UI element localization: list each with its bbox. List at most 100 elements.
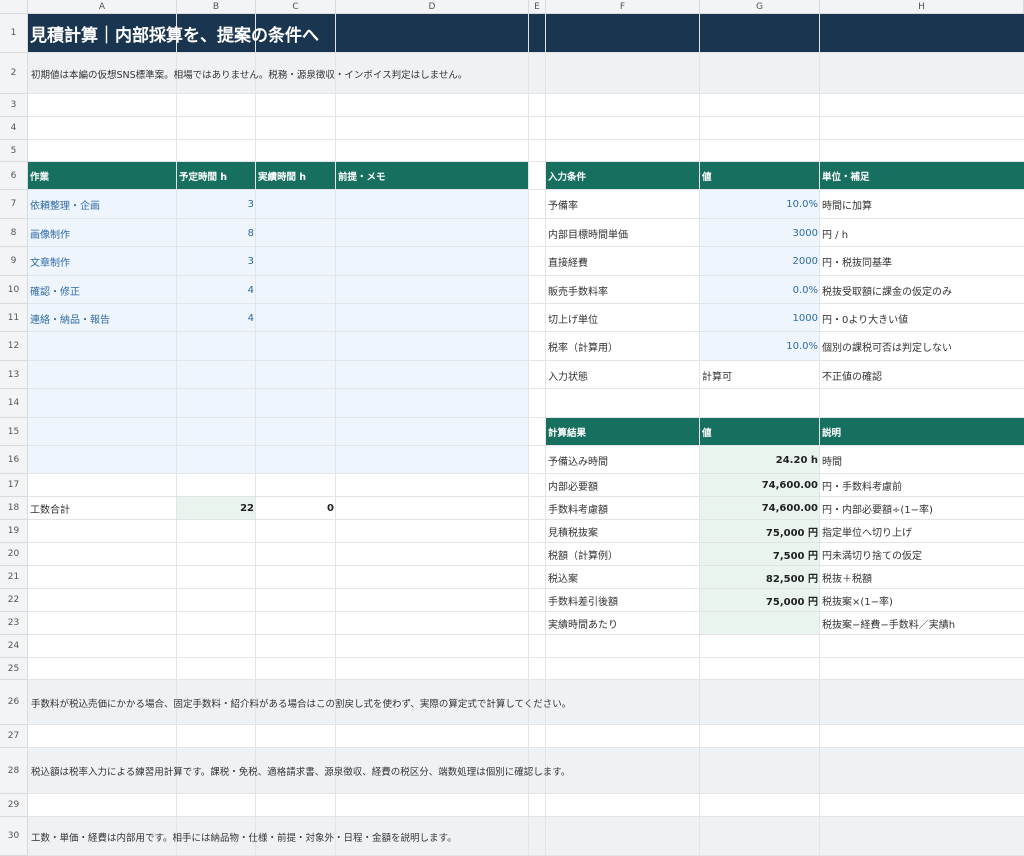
result-note[interactable]: 円未満切り捨ての仮定: [820, 543, 1024, 566]
input-header-1[interactable]: 値: [700, 162, 820, 190]
row-header-30[interactable]: 30: [0, 817, 28, 856]
result-value[interactable]: 24.20 h: [700, 446, 820, 474]
row-header-20[interactable]: 20: [0, 543, 28, 566]
row-header-22[interactable]: 22: [0, 589, 28, 612]
task-name-cell[interactable]: 文章制作: [28, 247, 177, 276]
input-header-0[interactable]: 入力条件: [546, 162, 700, 190]
input-value[interactable]: 3000: [700, 219, 820, 247]
result-label[interactable]: 手数料考慮額: [546, 497, 700, 520]
row-header-3[interactable]: 3: [0, 94, 28, 117]
result-label[interactable]: 予備込み時間: [546, 446, 700, 474]
column-header-E[interactable]: E: [529, 0, 546, 14]
result-note[interactable]: 円・手数料考慮前: [820, 474, 1024, 497]
result-note[interactable]: 税抜案−経費−手数料／実績h: [820, 612, 1024, 635]
task-planned-hours[interactable]: 3: [177, 247, 256, 276]
column-header-H[interactable]: H: [820, 0, 1024, 14]
row-header-1[interactable]: 1: [0, 14, 28, 53]
column-header-C[interactable]: C: [256, 0, 336, 14]
column-header-B[interactable]: B: [177, 0, 256, 14]
row-header-4[interactable]: 4: [0, 117, 28, 140]
row-header-15[interactable]: 15: [0, 418, 28, 446]
column-header-A[interactable]: A: [28, 0, 177, 14]
result-value[interactable]: 75,000 円: [700, 589, 820, 612]
sheet-title[interactable]: 見積計算｜内部採算を、提案の条件へ: [28, 14, 1024, 53]
result-label[interactable]: 内部必要額: [546, 474, 700, 497]
input-note[interactable]: 円・0より大きい値: [820, 304, 1024, 332]
result-value[interactable]: 7,500 円: [700, 543, 820, 566]
input-status-label[interactable]: 入力状態: [546, 361, 700, 389]
input-note[interactable]: 個別の課税可否は判定しない: [820, 332, 1024, 361]
row-header-16[interactable]: 16: [0, 446, 28, 474]
input-value[interactable]: 0.0%: [700, 276, 820, 304]
row-header-28[interactable]: 28: [0, 748, 28, 794]
result-header-2[interactable]: 説明: [820, 418, 1024, 446]
row-header-10[interactable]: 10: [0, 276, 28, 304]
total-label[interactable]: 工数合計: [28, 497, 177, 520]
task-name-cell[interactable]: 確認・修正: [28, 276, 177, 304]
input-label[interactable]: 内部目標時間単価: [546, 219, 700, 247]
total-planned-hours[interactable]: 22: [177, 497, 256, 520]
row-header-24[interactable]: 24: [0, 635, 28, 658]
result-value[interactable]: 82,500 円: [700, 566, 820, 589]
row-header-9[interactable]: 9: [0, 247, 28, 276]
result-note[interactable]: 税抜＋税額: [820, 566, 1024, 589]
row-header-27[interactable]: 27: [0, 725, 28, 748]
row-header-7[interactable]: 7: [0, 190, 28, 219]
result-label[interactable]: 手数料差引後額: [546, 589, 700, 612]
result-note[interactable]: 時間: [820, 446, 1024, 474]
result-note[interactable]: 税抜案×(1−率): [820, 589, 1024, 612]
note-row26[interactable]: 手数料が税込売価にかかる場合、固定手数料・紹介料がある場合はこの割戻し式を使わず…: [28, 680, 1024, 725]
row-header-23[interactable]: 23: [0, 612, 28, 635]
result-value[interactable]: 75,000 円: [700, 520, 820, 543]
row-header-6[interactable]: 6: [0, 162, 28, 190]
task-name-cell[interactable]: 画像制作: [28, 219, 177, 247]
input-label[interactable]: 予備率: [546, 190, 700, 219]
input-status-note[interactable]: 不正値の確認: [820, 361, 1024, 389]
note-row30[interactable]: 工数・単価・経費は内部用です。相手には納品物・仕様・前提・対象外・日程・金額を説…: [28, 817, 1024, 856]
row-header-12[interactable]: 12: [0, 332, 28, 361]
row-header-2[interactable]: 2: [0, 53, 28, 94]
result-label[interactable]: 税額（計算例）: [546, 543, 700, 566]
row-header-13[interactable]: 13: [0, 361, 28, 389]
result-note[interactable]: 指定単位へ切り上げ: [820, 520, 1024, 543]
row-header-29[interactable]: 29: [0, 794, 28, 817]
task-planned-hours[interactable]: 3: [177, 190, 256, 219]
task-header-3[interactable]: 前提・メモ: [336, 162, 529, 190]
input-label[interactable]: 切上げ単位: [546, 304, 700, 332]
row-header-25[interactable]: 25: [0, 658, 28, 680]
input-value[interactable]: 10.0%: [700, 332, 820, 361]
result-label[interactable]: 見積税抜案: [546, 520, 700, 543]
task-planned-hours[interactable]: 4: [177, 304, 256, 332]
row-header-17[interactable]: 17: [0, 474, 28, 497]
task-planned-hours[interactable]: 4: [177, 276, 256, 304]
row-header-18[interactable]: 18: [0, 497, 28, 520]
row-header-21[interactable]: 21: [0, 566, 28, 589]
column-header-D[interactable]: D: [336, 0, 529, 14]
row-header-26[interactable]: 26: [0, 680, 28, 725]
row-header-14[interactable]: 14: [0, 389, 28, 418]
input-value[interactable]: 10.0%: [700, 190, 820, 219]
row-header-5[interactable]: 5: [0, 140, 28, 162]
task-header-0[interactable]: 作業: [28, 162, 177, 190]
input-label[interactable]: 直接経費: [546, 247, 700, 276]
input-note[interactable]: 税抜受取額に課金の仮定のみ: [820, 276, 1024, 304]
input-label[interactable]: 税率（計算用）: [546, 332, 700, 361]
row-header-11[interactable]: 11: [0, 304, 28, 332]
note-row28[interactable]: 税込額は税率入力による練習用計算です。課税・免税、適格請求書、源泉徴収、経費の税…: [28, 748, 1024, 794]
input-status-value[interactable]: 計算可: [700, 361, 820, 389]
task-header-2[interactable]: 実績時間 h: [256, 162, 336, 190]
result-value[interactable]: 74,600.00: [700, 474, 820, 497]
input-note[interactable]: 時間に加算: [820, 190, 1024, 219]
sheet-subtitle[interactable]: 初期値は本編の仮想SNS標準案。相場ではありません。税務・源泉徴収・インボイス判…: [28, 53, 1024, 94]
input-value[interactable]: 2000: [700, 247, 820, 276]
input-label[interactable]: 販売手数料率: [546, 276, 700, 304]
input-note[interactable]: 円 / h: [820, 219, 1024, 247]
total-actual-hours[interactable]: 0: [256, 497, 336, 520]
result-header-1[interactable]: 値: [700, 418, 820, 446]
row-header-19[interactable]: 19: [0, 520, 28, 543]
result-header-0[interactable]: 計算結果: [546, 418, 700, 446]
column-header-G[interactable]: G: [700, 0, 820, 14]
result-note[interactable]: 円・内部必要額÷(1−率): [820, 497, 1024, 520]
input-note[interactable]: 円・税抜同基準: [820, 247, 1024, 276]
row-header-8[interactable]: 8: [0, 219, 28, 247]
